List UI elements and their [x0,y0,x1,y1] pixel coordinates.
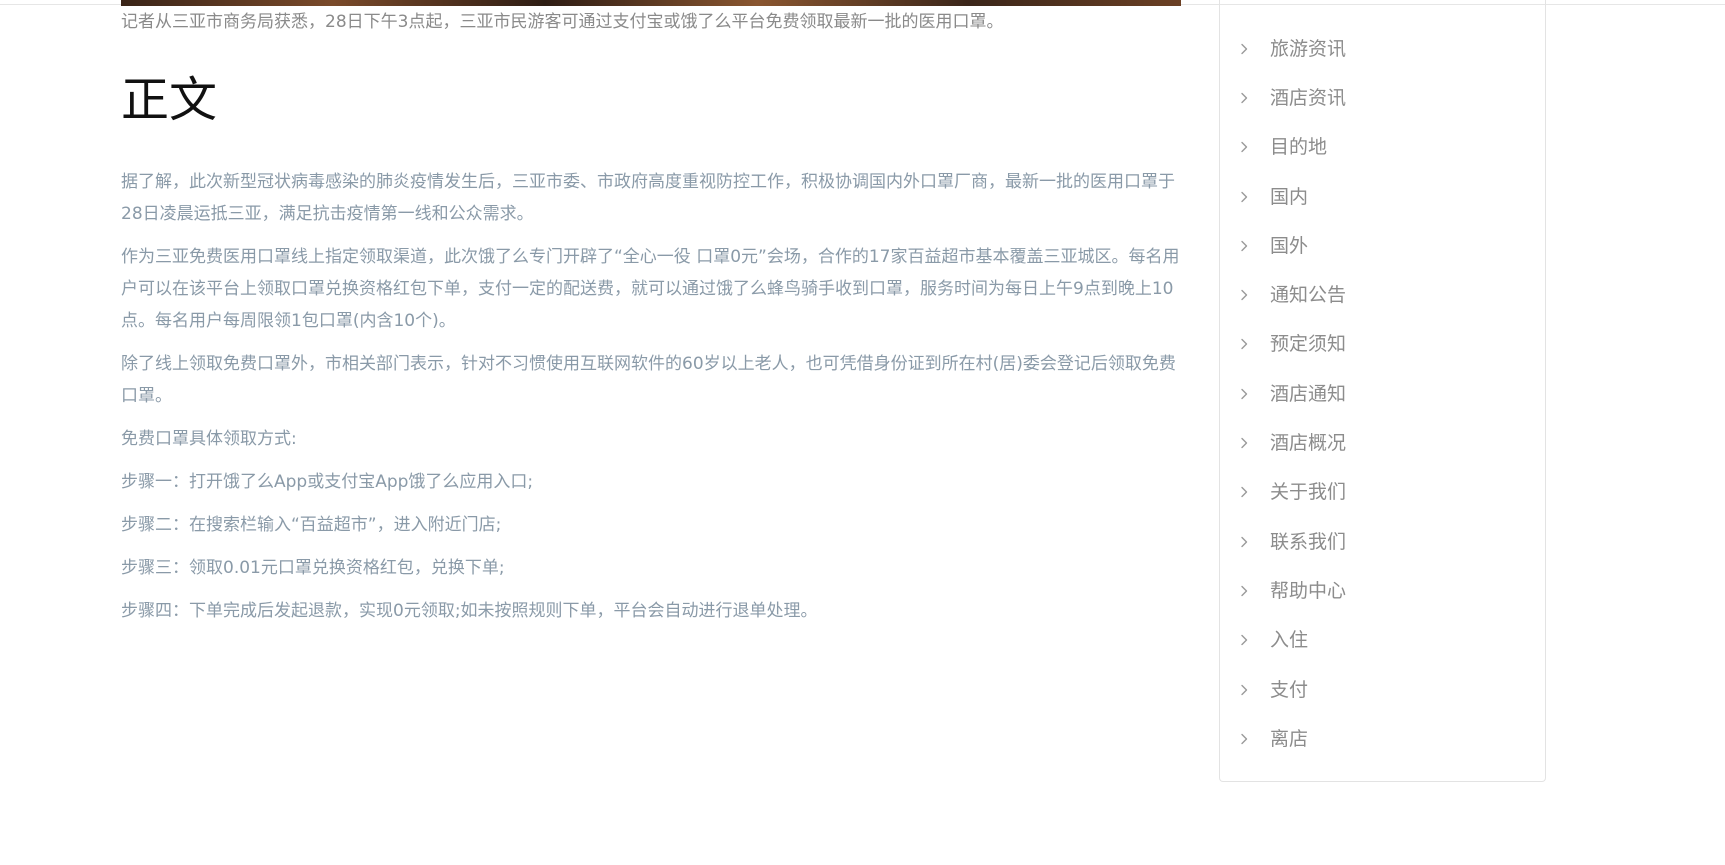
sidebar-item[interactable]: 帮助中心 [1238,566,1346,615]
sidebar-item-label: 支付 [1270,678,1309,701]
chevron-right-icon [1238,92,1250,104]
article-heading: 正文 [121,72,218,128]
article-lead: 记者从三亚市商务局获悉，28日下午3点起，三亚市民游客可通过支付宝或饿了么平台免… [121,12,1004,32]
sidebar-item[interactable]: 支付 [1238,665,1346,714]
sidebar-item-label: 关于我们 [1270,481,1347,504]
sidebar-item-label: 预定须知 [1270,333,1347,356]
article-step: 步骤三：领取0.01元口罩兑换资格红包，兑换下单; [121,558,505,578]
sidebar-item-label: 旅游资讯 [1270,37,1347,60]
sidebar-item-label: 通知公告 [1270,284,1347,307]
sidebar-item[interactable]: 入住 [1238,616,1346,665]
article-paragraph: 据了解，此次新型冠状病毒感染的肺炎疫情发生后，三亚市委、市政府高度重视防控工作，… [121,172,1175,224]
sidebar-item[interactable]: 关于我们 [1238,468,1346,517]
sidebar-item[interactable]: 国内 [1238,172,1346,221]
category-sidebar: 旅游资讯酒店资讯目的地国内国外通知公告预定须知酒店通知酒店概况关于我们联系我们帮… [1219,0,1546,782]
article-step: 步骤四：下单完成后发起退款，实现0元领取;如未按照规则下单，平台会自动进行退单处… [121,601,818,621]
sidebar-item-label: 酒店通知 [1270,382,1347,405]
chevron-right-icon [1238,733,1250,745]
page: 记者从三亚市商务局获悉，28日下午3点起，三亚市民游客可通过支付宝或饿了么平台免… [0,0,1725,865]
sidebar-item-label: 酒店资讯 [1270,86,1347,109]
sidebar-item[interactable]: 旅游资讯 [1238,24,1346,73]
sidebar-item[interactable]: 联系我们 [1238,517,1346,566]
chevron-right-icon [1238,141,1250,153]
sidebar-item-label: 离店 [1270,727,1309,750]
chevron-right-icon [1238,240,1250,252]
sidebar-item-label: 帮助中心 [1270,579,1347,602]
sidebar-item[interactable]: 目的地 [1238,123,1346,172]
sidebar-item-label: 国内 [1270,185,1309,208]
chevron-right-icon [1238,43,1250,55]
hero-image-edge [121,0,1181,6]
sidebar-item-label: 联系我们 [1270,530,1347,553]
category-list: 旅游资讯酒店资讯目的地国内国外通知公告预定须知酒店通知酒店概况关于我们联系我们帮… [1238,24,1346,763]
chevron-right-icon [1238,684,1250,696]
chevron-right-icon [1238,437,1250,449]
article-step: 步骤二：在搜索栏输入“百益超市”，进入附近门店; [121,515,502,535]
article-paragraph: 除了线上领取免费口罩外，市相关部门表示，针对不习惯使用互联网软件的60岁以上老人… [121,354,1176,406]
sidebar-item[interactable]: 国外 [1238,221,1346,270]
sidebar-item-label: 酒店概况 [1270,432,1347,455]
article-step: 步骤一：打开饿了么App或支付宝App饿了么应用入口; [121,472,534,492]
chevron-right-icon [1238,585,1250,597]
chevron-right-icon [1238,388,1250,400]
chevron-right-icon [1238,634,1250,646]
chevron-right-icon [1238,536,1250,548]
sidebar-item[interactable]: 酒店资讯 [1238,73,1346,122]
chevron-right-icon [1238,338,1250,350]
chevron-right-icon [1238,486,1250,498]
sidebar-item-label: 目的地 [1270,136,1328,159]
article-paragraph: 免费口罩具体领取方式: [121,429,297,449]
sidebar-item-label: 国外 [1270,234,1309,257]
sidebar-item[interactable]: 酒店概况 [1238,418,1346,467]
sidebar-item[interactable]: 预定须知 [1238,320,1346,369]
chevron-right-icon [1238,289,1250,301]
article-paragraph: 作为三亚免费医用口罩线上指定领取渠道，此次饿了么专门开辟了“全心一役 口罩0元”… [121,247,1180,331]
sidebar-item[interactable]: 离店 [1238,714,1346,763]
sidebar-item[interactable]: 通知公告 [1238,270,1346,319]
sidebar-item-label: 入住 [1270,629,1309,652]
sidebar-item[interactable]: 酒店通知 [1238,369,1346,418]
article-body: 据了解，此次新型冠状病毒感染的肺炎疫情发生后，三亚市委、市政府高度重视防控工作，… [121,166,1181,638]
chevron-right-icon [1238,191,1250,203]
